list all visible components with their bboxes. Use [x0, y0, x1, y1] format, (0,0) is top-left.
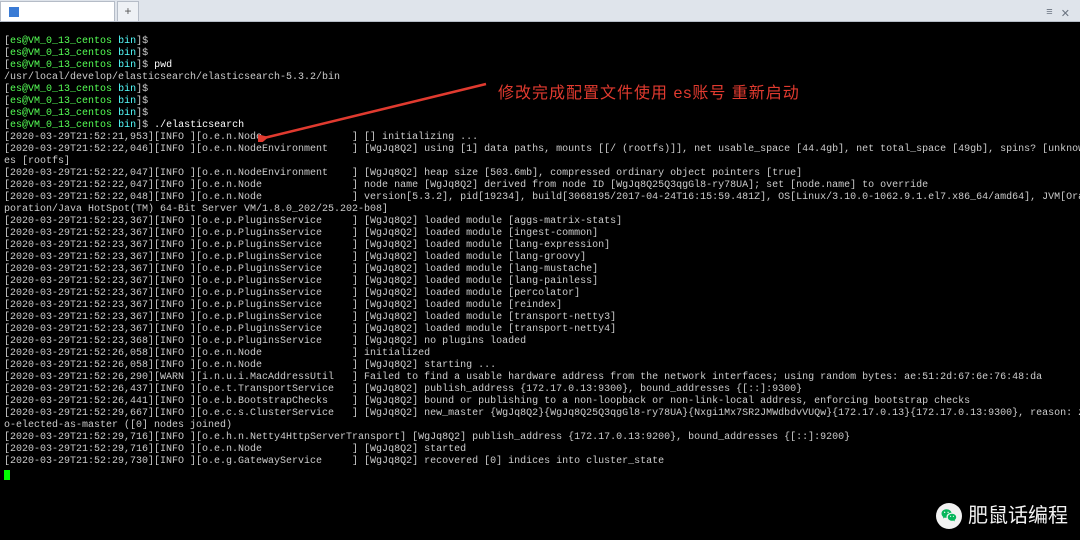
terminal-output[interactable]: [es@VM_0_13_centos bin]$ [es@VM_0_13_cen… [0, 22, 1080, 537]
command: ./elasticsearch [154, 120, 244, 131]
close-icon[interactable]: ✕ [1061, 7, 1070, 21]
annotation-text: 修改完成配置文件使用 es账号 重新启动 [498, 88, 800, 100]
watermark-text: 肥鼠话编程 [968, 510, 1068, 522]
tab-favicon [9, 7, 19, 17]
prompt-line: [es@VM_0_13_centos bin]$ [4, 36, 154, 47]
prompt-line: [es@VM_0_13_centos bin]$ [4, 84, 154, 95]
menu-icon[interactable]: ≡ [1046, 7, 1053, 21]
wechat-icon [936, 503, 962, 529]
prompt-line: [es@VM_0_13_centos bin]$ [4, 60, 154, 71]
prompt-line: [es@VM_0_13_centos bin]$ [4, 120, 154, 131]
prompt-line: [es@VM_0_13_centos bin]$ [4, 48, 154, 59]
tab-controls: ≡ ✕ [1046, 7, 1080, 21]
log-output: [2020-03-29T21:52:21,953][INFO ][o.e.n.N… [4, 132, 1080, 467]
new-tab-button[interactable]: + [117, 1, 139, 21]
watermark: 肥鼠话编程 [936, 503, 1068, 529]
command: pwd [154, 60, 172, 71]
pwd-output: /usr/local/develop/elasticsearch/elastic… [4, 72, 340, 83]
browser-tabbar: + ≡ ✕ [0, 0, 1080, 22]
cursor [4, 470, 10, 480]
prompt-line: [es@VM_0_13_centos bin]$ [4, 108, 154, 119]
prompt-line: [es@VM_0_13_centos bin]$ [4, 96, 154, 107]
browser-tab-1[interactable] [0, 1, 115, 21]
